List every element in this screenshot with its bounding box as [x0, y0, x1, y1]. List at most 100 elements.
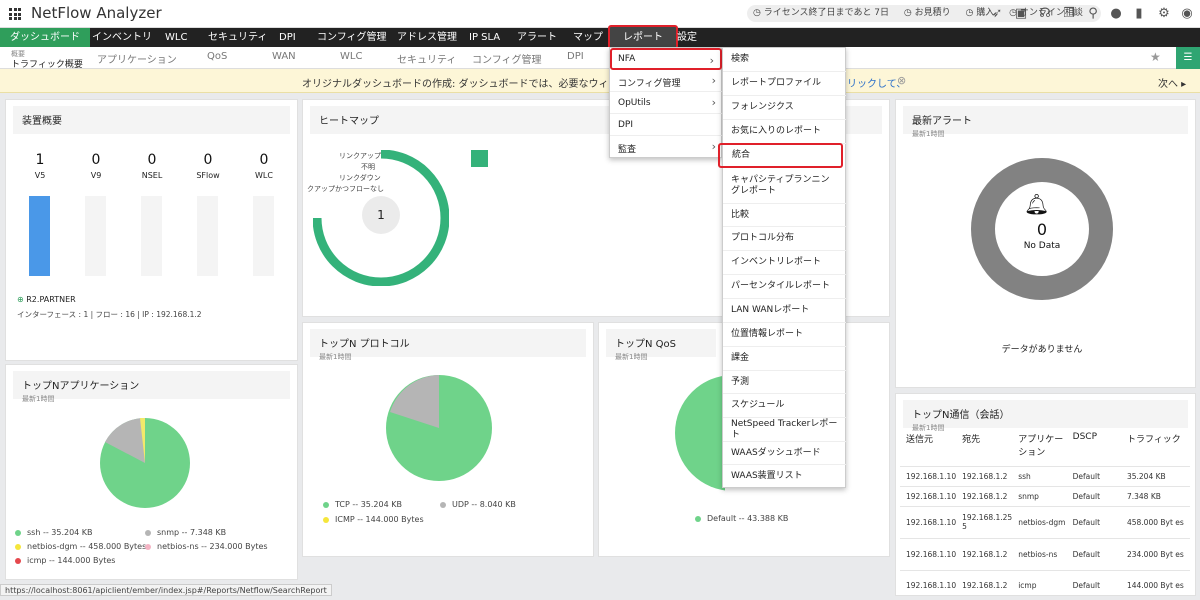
subnav-dpi[interactable]: DPI — [567, 51, 584, 62]
nav-wlc[interactable]: WLC — [165, 28, 187, 47]
cell-traffic: 458.000 Byt es — [1120, 505, 1190, 538]
submenu-protocol-distribution[interactable]: プロトコル分布 — [723, 227, 846, 251]
cell-dscp: Default — [1066, 505, 1121, 538]
submenu-forensics[interactable]: フォレンジクス — [723, 96, 846, 120]
top-bar: NetFlow Analyzer ◷ ライセンス終了日まであと 7日 ◷ お見積… — [0, 0, 1200, 28]
nav-dashboard[interactable]: ダッシュボード — [0, 28, 90, 47]
profile-icon[interactable]: ◉ — [1180, 7, 1194, 21]
cell-source: 192.168.1.10 — [900, 505, 957, 538]
user-icon[interactable]: ● — [1109, 7, 1123, 21]
cell-dscp: Default — [1066, 485, 1121, 506]
menu-item-dpi[interactable]: DPI — [610, 114, 722, 136]
banner-next-button[interactable]: 次へ ▸ — [1158, 75, 1186, 90]
license-status[interactable]: ◷ ライセンス終了日まであと 7日 — [753, 8, 895, 18]
search-icon[interactable]: ⚲ — [1086, 7, 1100, 21]
top-protocols-legend-tcp[interactable]: TCP -- 35.204 KB — [323, 500, 402, 509]
customize-panel-icon[interactable]: ☰ — [1176, 47, 1200, 69]
table-row[interactable]: 192.168.1.10 192.168.1.2 snmp Default 7.… — [900, 485, 1190, 506]
favorite-star-icon[interactable]: ★ — [1150, 50, 1161, 64]
info-banner: オリジナルダッシュボードの作成: ダッシュボードでは、必要なウィジェットを追加し… — [0, 69, 1200, 93]
device-name[interactable]: ⊕ R2.PARTNER — [17, 295, 76, 304]
submenu-consolidated[interactable]: 統合 — [718, 143, 843, 168]
app-grid-icon[interactable] — [9, 8, 21, 20]
submenu-netspeed-tracker[interactable]: NetSpeed Trackerレポート — [723, 418, 846, 442]
menu-item-nfa[interactable]: NFA › — [610, 48, 722, 70]
monitor-icon[interactable]: ▣ — [1014, 7, 1028, 21]
top-apps-pie — [100, 418, 190, 508]
submenu-compare[interactable]: 比較 — [723, 204, 846, 227]
subnav-config[interactable]: コンフィグ管理 — [472, 51, 542, 66]
top-apps-legend-snmp[interactable]: snmp -- 7.348 KB — [145, 528, 226, 537]
menu-item-audit[interactable]: 監査 › — [610, 136, 722, 158]
cell-destination: 192.168.1.2 — [956, 465, 1013, 486]
col-application[interactable]: アプリケーション — [1012, 432, 1066, 466]
cell-destination: 192.168.1.2 — [956, 537, 1013, 570]
gear-icon[interactable]: ⚙ — [1157, 7, 1171, 21]
heatmap-cell[interactable] — [471, 150, 488, 167]
top-qos-legend-default[interactable]: Default -- 43.388 KB — [695, 514, 788, 523]
nav-security[interactable]: セキュリティ — [208, 28, 267, 47]
nav-inventory[interactable]: インベントリ — [92, 28, 152, 47]
submenu-waas-device-list[interactable]: WAAS装置リスト — [723, 465, 846, 488]
table-row[interactable]: 192.168.1.10 192.168.1.25 5 netbios-dgm … — [900, 505, 1190, 538]
menu-item-oputils[interactable]: OpUtils › — [610, 92, 722, 114]
menu-item-config[interactable]: コンフィグ管理 › — [610, 70, 722, 92]
top-protocols-legend-udp[interactable]: UDP -- 8.040 KB — [440, 500, 516, 509]
subnav-application[interactable]: アプリケーション — [97, 51, 177, 66]
submenu-schedule[interactable]: スケジュール — [723, 394, 846, 418]
rocket-icon[interactable]: ➶ — [990, 7, 1004, 21]
col-source[interactable]: 送信元 — [900, 432, 956, 466]
quote-link[interactable]: ◷ お見積り — [904, 8, 957, 18]
submenu-forecast[interactable]: 予測 — [723, 371, 846, 394]
submenu-favorite-reports[interactable]: お気に入りのレポート — [723, 120, 846, 144]
submenu-geolocation-report[interactable]: 位置情報レポート — [723, 323, 846, 347]
submenu-waas-dashboard[interactable]: WAASダッシュボード — [723, 442, 846, 465]
device-summary-panel: 装置概要 1 V5 0 V9 0 NSEL 0 SFlow 0 WLC ⊕ R2.PART… — [5, 99, 298, 361]
banner-close-icon[interactable]: ⊗ — [897, 74, 906, 87]
chevron-right-icon: › — [711, 74, 716, 87]
subnav-qos[interactable]: QoS — [207, 51, 227, 62]
gift-icon[interactable]: ❒ — [1062, 7, 1076, 21]
submenu-billing[interactable]: 課金 — [723, 347, 846, 371]
submenu-percentile-report[interactable]: パーセンタイルレポート — [723, 275, 846, 299]
table-row[interactable]: 192.168.1.10 192.168.1.2 ssh Default 35.… — [900, 465, 1190, 486]
subnav-wlc[interactable]: WLC — [340, 51, 362, 62]
nav-alert[interactable]: アラート — [517, 28, 557, 47]
submenu-report-profile[interactable]: レポートプロファイル — [723, 72, 846, 96]
submenu-inventory-report[interactable]: インベントリレポート — [723, 251, 846, 275]
top-apps-legend-icmp[interactable]: icmp -- 144.000 Bytes — [15, 556, 115, 565]
nav-settings[interactable]: 設定 — [677, 28, 697, 47]
top-talk-table: 送信元 宛先 アプリケーション DSCP トラフィック 192.168.1.10… — [900, 432, 1190, 600]
top-apps-legend-ssh[interactable]: ssh -- 35.204 KB — [15, 528, 93, 537]
col-dscp[interactable]: DSCP — [1067, 432, 1121, 466]
table-row[interactable]: 192.168.1.10 192.168.1.2 netbios-ns Defa… — [900, 537, 1190, 570]
cell-source: 192.168.1.10 — [900, 537, 957, 570]
top-qos-pie — [675, 375, 725, 491]
top-qos-title: トップN QoS 最新1時間 — [606, 329, 716, 361]
bell-icon: 🔔︎ — [1024, 192, 1050, 216]
cell-destination: 192.168.1.25 5 — [956, 505, 1013, 538]
nav-ipsla[interactable]: IP SLA — [469, 28, 500, 47]
subnav-wan[interactable]: WAN — [272, 51, 296, 62]
nav-map[interactable]: マップ — [573, 28, 603, 47]
main-nav: ダッシュボード インベントリ WLC セキュリティ DPI コンフィグ管理 アド… — [0, 25, 1200, 50]
top-protocols-panel: トップN プロトコル 最新1時間 TCP -- 35.204 KB UDP -- … — [302, 322, 594, 557]
top-apps-panel: トップNアプリケーション 最新1時間 ssh -- 35.204 KB snmp … — [5, 364, 298, 580]
submenu-search[interactable]: 検索 — [723, 48, 846, 72]
headset-icon[interactable]: ☊ — [1038, 7, 1052, 21]
nav-config[interactable]: コンフィグ管理 — [317, 28, 387, 47]
bar-v5 — [29, 196, 50, 276]
nav-dpi[interactable]: DPI — [279, 28, 296, 47]
bar-v9 — [85, 196, 106, 276]
top-apps-legend-netbios-dgm[interactable]: netbios-dgm -- 458.000 Bytes — [15, 542, 146, 551]
nav-address[interactable]: アドレス管理 — [397, 28, 457, 47]
top-protocols-legend-icmp[interactable]: ICMP -- 144.000 Bytes — [323, 515, 424, 524]
submenu-lan-wan-report[interactable]: LAN WANレポート — [723, 299, 846, 323]
top-apps-legend-netbios-ns[interactable]: netbios-ns -- 234.000 Bytes — [145, 542, 268, 551]
battery-icon[interactable]: ▮ — [1132, 7, 1146, 21]
col-destination[interactable]: 宛先 — [956, 432, 1012, 466]
submenu-capacity-planning[interactable]: キャパシティプランニングレポート — [723, 168, 846, 204]
subnav-security[interactable]: セキュリティ — [397, 51, 456, 66]
cell-dscp: Default — [1066, 537, 1121, 570]
col-traffic[interactable]: トラフィック — [1121, 432, 1190, 466]
